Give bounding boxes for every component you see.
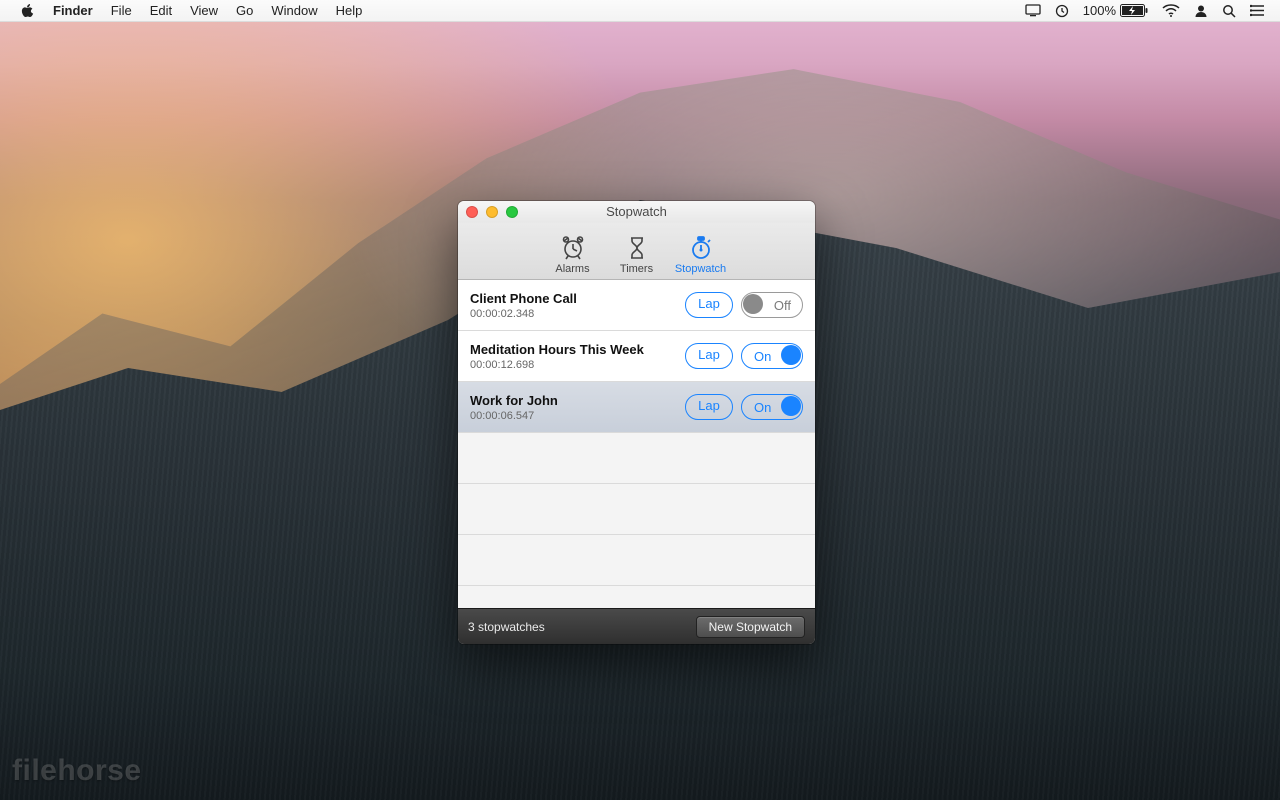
window-titlebar[interactable]: Stopwatch: [458, 201, 815, 223]
stopwatch-name: Meditation Hours This Week: [470, 342, 644, 357]
run-toggle[interactable]: On: [741, 343, 803, 369]
menu-view[interactable]: View: [181, 0, 227, 22]
menu-help[interactable]: Help: [327, 0, 372, 22]
empty-row: [458, 535, 815, 586]
lap-button[interactable]: Lap: [685, 394, 733, 420]
minimize-button[interactable]: [486, 206, 498, 218]
tab-label: Timers: [607, 263, 667, 275]
status-user-icon[interactable]: [1187, 0, 1215, 22]
stopwatch-row[interactable]: Client Phone Call 00:00:02.348 Lap Off: [458, 280, 815, 331]
menu-go[interactable]: Go: [227, 0, 262, 22]
toggle-knob: [743, 294, 763, 314]
desktop: Finder File Edit View Go Window Help 100…: [0, 0, 1280, 800]
toggle-knob: [781, 396, 801, 416]
tab-label: Stopwatch: [671, 263, 731, 275]
status-battery[interactable]: 100%: [1076, 0, 1155, 22]
stopwatch-count-label: 3 stopwatches: [468, 620, 545, 634]
alarm-clock-icon: [543, 233, 603, 263]
status-clock-icon[interactable]: [1048, 0, 1076, 22]
lap-button[interactable]: Lap: [685, 343, 733, 369]
status-spotlight-icon[interactable]: [1215, 0, 1243, 22]
battery-icon: [1120, 4, 1148, 17]
stopwatch-row[interactable]: Meditation Hours This Week 00:00:12.698 La…: [458, 331, 815, 382]
tab-timers[interactable]: Timers: [607, 233, 667, 275]
stopwatch-list: Client Phone Call 00:00:02.348 Lap Off Medit…: [458, 280, 815, 608]
status-display-icon[interactable]: [1018, 0, 1048, 22]
empty-row: [458, 433, 815, 484]
tab-alarms[interactable]: Alarms: [543, 233, 603, 275]
close-button[interactable]: [466, 206, 478, 218]
stopwatch-window: Stopwatch Alarms: [458, 201, 815, 644]
toggle-label: Off: [774, 298, 791, 313]
empty-row: [458, 484, 815, 535]
tab-label: Alarms: [543, 263, 603, 275]
new-stopwatch-button[interactable]: New Stopwatch: [696, 616, 805, 638]
empty-row: [458, 586, 815, 608]
stopwatch-time: 00:00:06.547: [470, 410, 558, 422]
menu-file[interactable]: File: [102, 0, 141, 22]
apple-menu[interactable]: [12, 4, 44, 18]
zoom-button[interactable]: [506, 206, 518, 218]
toggle-label: On: [754, 400, 771, 415]
window-footer: 3 stopwatches New Stopwatch: [458, 608, 815, 644]
stopwatch-time: 00:00:12.698: [470, 359, 644, 371]
menu-window[interactable]: Window: [262, 0, 326, 22]
run-toggle[interactable]: Off: [741, 292, 803, 318]
lap-button[interactable]: Lap: [685, 292, 733, 318]
toggle-label: On: [754, 349, 771, 364]
menubar: Finder File Edit View Go Window Help 100…: [0, 0, 1280, 22]
menu-edit[interactable]: Edit: [141, 0, 181, 22]
status-notification-icon[interactable]: [1243, 0, 1272, 22]
toggle-knob: [781, 345, 801, 365]
run-toggle[interactable]: On: [741, 394, 803, 420]
stopwatch-name: Work for John: [470, 393, 558, 408]
stopwatch-name: Client Phone Call: [470, 291, 577, 306]
stopwatch-time: 00:00:02.348: [470, 308, 577, 320]
watermark: filehorse: [12, 754, 142, 788]
stopwatch-row[interactable]: Work for John 00:00:06.547 Lap On: [458, 382, 815, 433]
hourglass-icon: [607, 233, 667, 263]
tab-stopwatch[interactable]: Stopwatch: [671, 233, 731, 275]
status-wifi-icon[interactable]: [1155, 0, 1187, 22]
battery-percent-label: 100%: [1083, 3, 1116, 18]
apple-icon: [21, 4, 35, 18]
toolbar: Alarms Timers: [458, 223, 815, 280]
menu-app-name[interactable]: Finder: [44, 0, 102, 22]
stopwatch-icon: [671, 233, 731, 263]
